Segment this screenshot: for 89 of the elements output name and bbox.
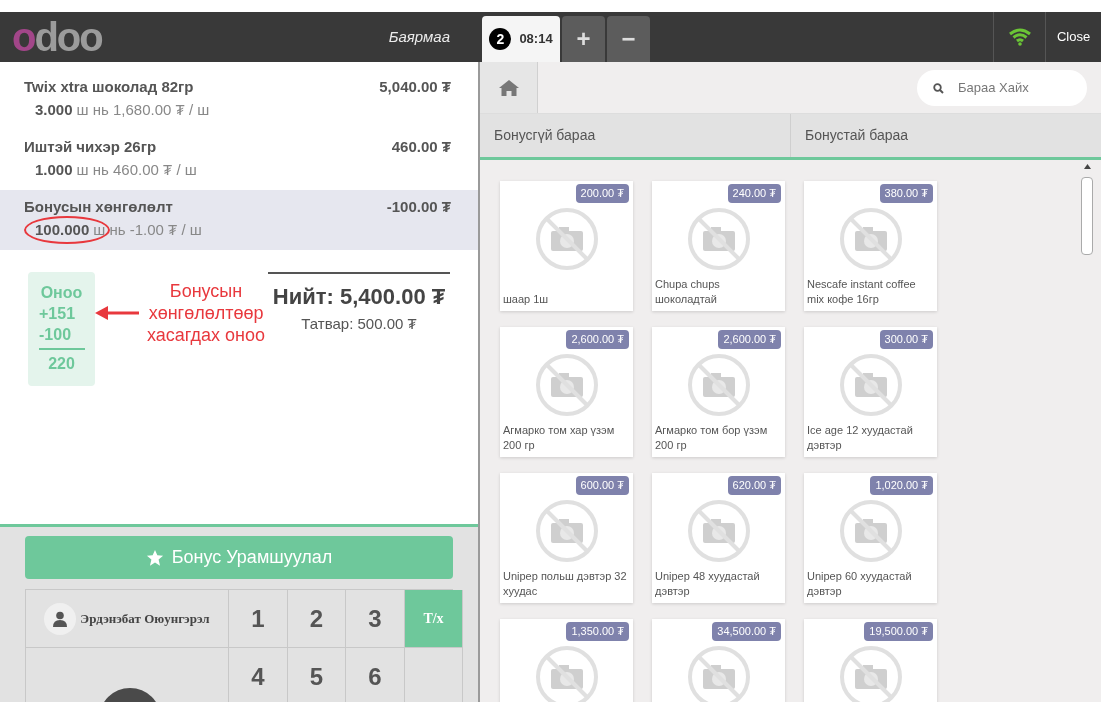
quantity: 1.000 [35, 159, 73, 180]
price-tag: 2,600.00 ₮ [718, 330, 781, 349]
no-image-icon [838, 644, 903, 702]
product-name: Агмарко том хар үзэм 200 гр [503, 423, 616, 453]
remove-order-button[interactable]: − [607, 16, 650, 62]
no-image-icon [686, 352, 751, 417]
no-image-icon [534, 206, 599, 271]
annotation-text: Бонусын хөнгөлөлтөөр хасагдах оноо [147, 280, 266, 346]
customer-button[interactable]: Эрдэнэбат Оюунгэрэл [26, 590, 229, 648]
price-tag: 200.00 ₮ [575, 184, 629, 203]
unit-price: ш нь 460.00 ₮ / ш [76, 159, 197, 180]
logo: odoo [12, 17, 102, 57]
total-amount: Нийт: 5,400.00 ₮ [272, 283, 446, 311]
numpad-key[interactable]: 1 [229, 590, 288, 648]
points-spent: -100 [38, 325, 72, 345]
product-card[interactable]: 34,500.00 ₮ [652, 619, 785, 702]
price-tag: 1,020.00 ₮ [870, 476, 933, 495]
search-field[interactable]: Бараа Хайх [917, 69, 1087, 106]
no-image-icon [838, 206, 903, 271]
numpad-key[interactable]: 2 [288, 590, 346, 648]
order-line[interactable]: Twix xtra шоколад 82гр 5,040.00 ₮ 3.000 ш нь 1,680.00 ₮ / ш [0, 70, 478, 130]
product-card[interactable]: 1,350.00 ₮ [500, 619, 633, 702]
no-image-icon [534, 352, 599, 417]
price-tag: 380.00 ₮ [879, 184, 933, 203]
order-badge: 2 [489, 28, 512, 50]
product-card[interactable]: 2,600.00 ₮ Агмарко том бор үзэм 200 гр [652, 327, 785, 457]
order-line[interactable]: Иштэй чихэр 26гр 460.00 ₮ 1.000 ш нь 460.00 ₮ / ш [0, 130, 478, 190]
price-tag: 19,500.00 ₮ [864, 622, 933, 641]
no-image-icon [534, 644, 599, 702]
product-card[interactable]: 300.00 ₮ Ice age 12 хуудастай дэвтэр [804, 327, 937, 457]
price-tag: 600.00 ₮ [575, 476, 629, 495]
line-price: -100.00 ₮ [386, 197, 452, 217]
unit-price: ш нь -1.00 ₮ / ш [93, 219, 202, 240]
no-image-icon [686, 206, 751, 271]
no-image-icon [686, 644, 751, 702]
product-name: Nescafe instant coffee mix кофе 16гр [807, 277, 917, 307]
unit-price: ш нь 1,680.00 ₮ / ш [76, 99, 210, 120]
price-tag: 2,600.00 ₮ [566, 330, 629, 349]
product-name: Twix xtra шоколад 82гр [24, 77, 194, 97]
product-name: Unipep 48 хуудастай дэвтэр [655, 569, 761, 599]
avatar-icon [44, 602, 77, 635]
home-icon [497, 78, 520, 97]
product-card[interactable]: 240.00 ₮ Chupa chups шоколадтай [652, 181, 785, 311]
star-icon [145, 548, 164, 567]
points-earned: +151 [38, 304, 76, 324]
product-name: Chupa chups шоколадтай [655, 277, 721, 307]
quantity: 3.000 [35, 99, 73, 120]
wifi-icon [1008, 28, 1031, 46]
quantity: 100.000 [35, 219, 90, 240]
points-title: Оноо [40, 283, 83, 303]
home-button[interactable] [480, 62, 538, 113]
price-tag: 1,350.00 ₮ [566, 622, 629, 641]
price-tag: 240.00 ₮ [727, 184, 781, 203]
product-card[interactable]: 380.00 ₮ Nescafe instant coffee mix кофе 16гр [804, 181, 937, 311]
scroll-up-icon [1083, 164, 1091, 169]
product-card[interactable]: 620.00 ₮ Unipep 48 хуудастай дэвтэр [652, 473, 785, 603]
numpad-key[interactable]: 3 [346, 590, 405, 648]
category-tab[interactable]: Бонустай бараа [790, 114, 1101, 157]
product-name: Unipep польш дэвтэр 32 хуудас [503, 569, 628, 599]
points-balance: 220 [48, 354, 75, 374]
product-card[interactable]: 19,500.00 ₮ [804, 619, 937, 702]
line-price: 5,040.00 ₮ [379, 77, 452, 97]
cashier-name[interactable]: Баярмаа [388, 25, 450, 49]
product-name: шаар 1ш [503, 292, 550, 307]
line-price: 460.00 ₮ [391, 137, 452, 157]
add-order-button[interactable]: + [562, 16, 605, 62]
category-tab[interactable]: Бонусгүй бараа [480, 114, 790, 157]
scrollbar-thumb[interactable] [1081, 177, 1093, 255]
no-image-icon [534, 498, 599, 563]
product-card[interactable]: 1,020.00 ₮ Unipep 60 хуудастай дэвтэр [804, 473, 937, 603]
price-tag: 620.00 ₮ [727, 476, 781, 495]
product-card[interactable]: 200.00 ₮ шаар 1ш [500, 181, 633, 311]
no-image-icon [838, 498, 903, 563]
annotation-arrow [95, 306, 139, 320]
no-image-icon [838, 352, 903, 417]
search-icon [933, 82, 944, 94]
product-name: Иштэй чихэр 26гр [24, 137, 157, 157]
product-name: Unipep 60 хуудастай дэвтэр [807, 569, 913, 599]
product-card[interactable]: 600.00 ₮ Unipep польш дэвтэр 32 хуудас [500, 473, 633, 603]
tax-amount: Татвар: 500.00 ₮ [301, 314, 417, 334]
price-tag: 34,500.00 ₮ [712, 622, 781, 641]
no-image-icon [686, 498, 751, 563]
price-tag: 300.00 ₮ [879, 330, 933, 349]
product-card[interactable]: 2,600.00 ₮ Агмарко том хар үзэм 200 гр [500, 327, 633, 457]
product-name: Ice age 12 хуудастай дэвтэр [807, 423, 914, 453]
order-time: 08:14 [519, 30, 553, 49]
product-name: Агмарко том бор үзэм 200 гр [655, 423, 769, 453]
product-name: Бонусын хөнгөлөлт [24, 197, 173, 217]
order-tab[interactable]: 2 08:14 [482, 16, 560, 62]
